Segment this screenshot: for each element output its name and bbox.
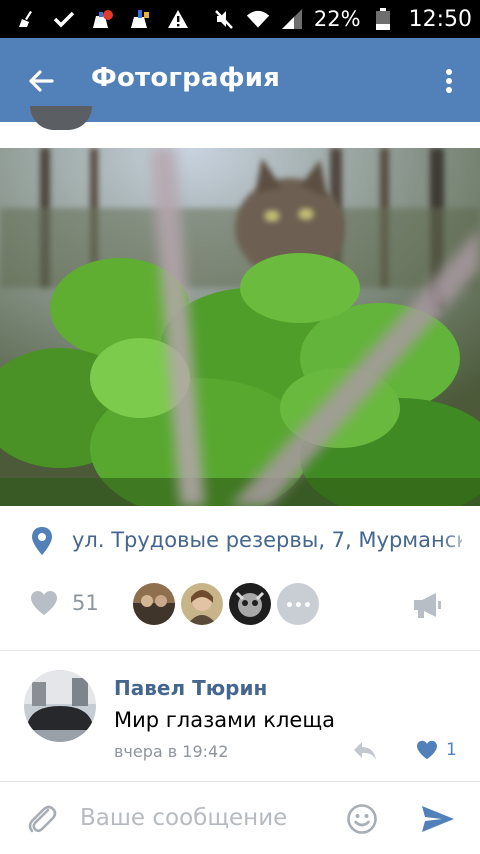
system-indicators: 22% 12:50 [212,4,472,34]
emoji-smile-icon[interactable] [346,803,378,835]
comment-like-button[interactable]: 1 [416,740,457,760]
owner-avatar[interactable] [30,106,92,130]
likers-list[interactable] [133,583,319,625]
heart-icon [417,740,437,760]
liker-avatar[interactable] [181,583,223,625]
comment-time: вчера в 19:42 [114,742,229,761]
comment-text: Мир глазами клеща [114,708,335,732]
comment-item[interactable]: Павел Тюрин Мир глазами клеща вчера в 19… [0,660,480,775]
location-pin-icon [32,527,52,555]
share-megaphone-icon[interactable] [412,591,442,619]
location-text: ул. Трудовые резервы, 7, Мурманск [72,528,462,552]
bug-alert-icon [90,8,114,30]
arrow-back-icon [29,70,54,92]
cleaner-icon [128,8,152,30]
liker-avatar[interactable] [229,583,271,625]
like-button[interactable]: 51 [30,590,99,616]
message-composer [0,781,480,854]
signal-icon [280,8,304,30]
wifi-icon [246,8,270,30]
reply-icon[interactable] [352,740,378,762]
status-bar: 22% 12:50 [0,0,480,38]
heart-icon [31,591,57,615]
liker-avatar[interactable] [133,583,175,625]
attach-paperclip-icon[interactable] [26,802,58,836]
page-title: Фотография [91,63,281,93]
more-likers-button[interactable] [277,583,319,625]
photo-image [0,148,480,506]
check-icon [52,8,76,30]
more-vert-icon [446,69,452,93]
comment-likes-count: 1 [446,740,457,760]
more-options-button[interactable] [434,60,464,102]
photo-actions: 51 [0,580,480,630]
battery-icon [371,8,395,30]
notification-icons [14,6,190,32]
send-icon[interactable] [420,804,456,834]
location-link[interactable]: ул. Трудовые резервы, 7, Мурманск [0,520,480,560]
divider [0,650,480,651]
broom-icon [14,8,38,30]
warning-icon [166,8,190,30]
comment-author[interactable]: Павел Тюрин [114,676,267,700]
clock: 12:50 [408,6,472,32]
comment-author-avatar[interactable] [24,670,96,742]
battery-percent: 22% [313,7,361,31]
likes-count: 51 [72,591,99,615]
mute-icon [212,8,236,30]
back-button[interactable] [20,60,62,102]
photo[interactable] [0,148,480,506]
message-input[interactable] [80,796,330,840]
